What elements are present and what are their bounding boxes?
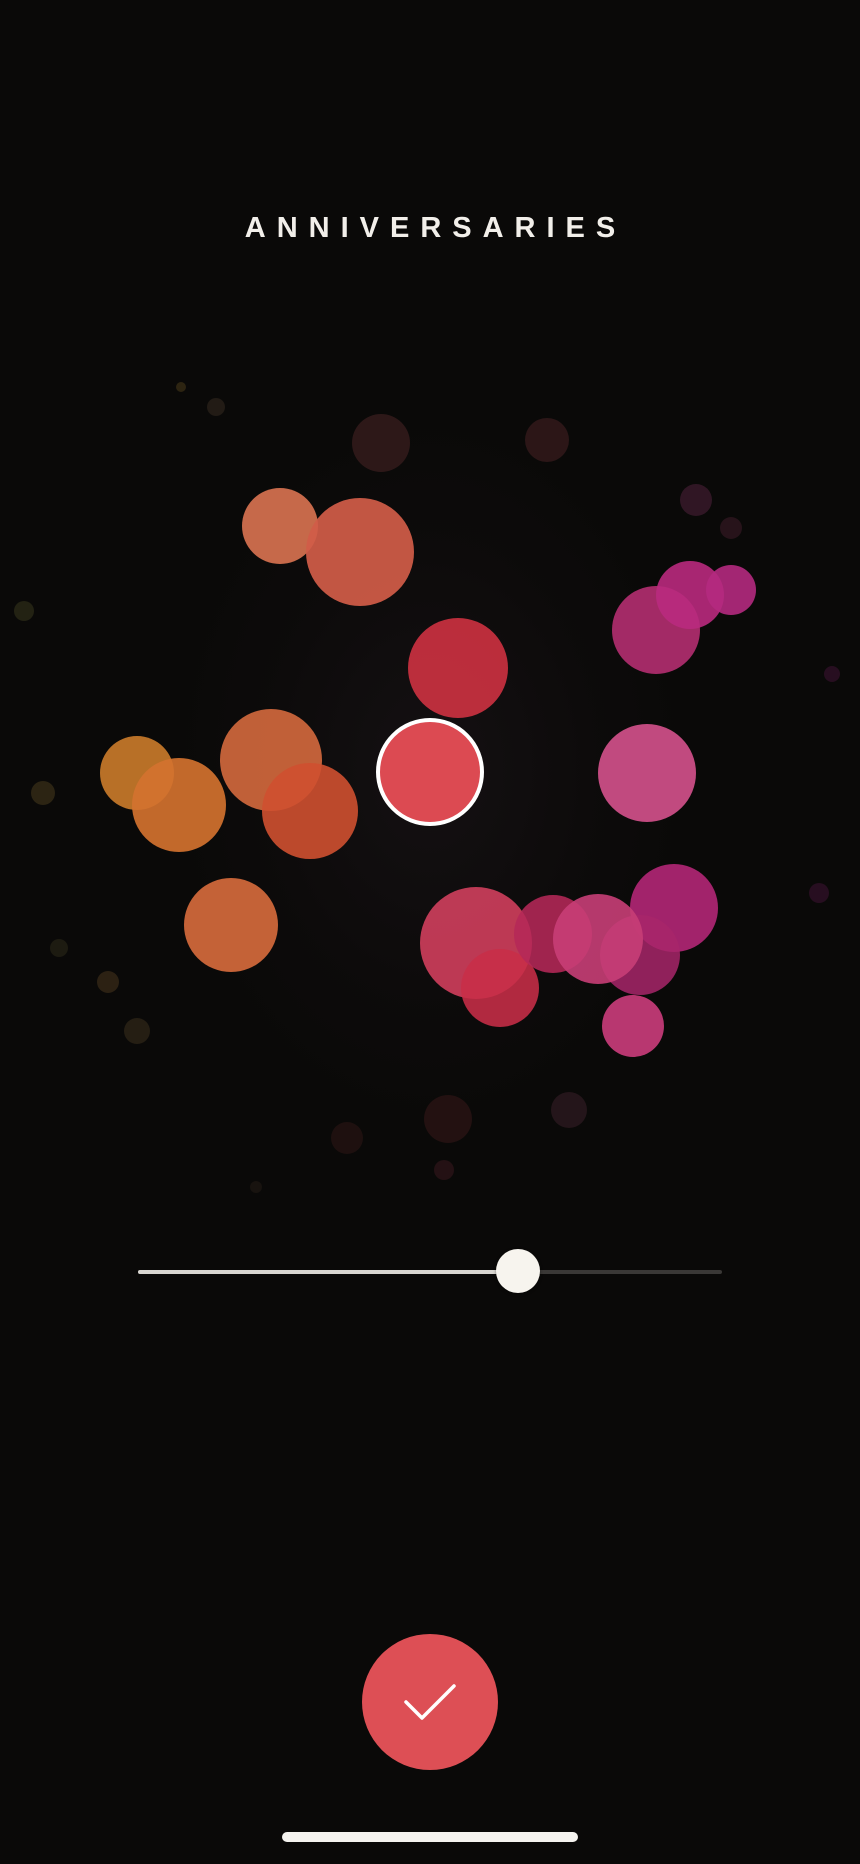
magenta-swatches[interactable] xyxy=(553,561,756,1057)
color-swatch[interactable] xyxy=(306,498,414,606)
confirm-button[interactable] xyxy=(362,1634,498,1770)
slider-thumb[interactable] xyxy=(496,1249,540,1293)
bokeh-dot xyxy=(31,781,55,805)
selected-color-swatch[interactable] xyxy=(376,718,484,826)
bokeh-dot xyxy=(176,382,186,392)
bokeh-dot xyxy=(97,971,119,993)
slider-fill xyxy=(138,1270,518,1274)
home-indicator[interactable] xyxy=(282,1832,578,1842)
color-swatch[interactable] xyxy=(602,995,664,1057)
color-swatch[interactable] xyxy=(706,565,756,615)
color-swatch[interactable] xyxy=(132,758,226,852)
color-swatch[interactable] xyxy=(553,894,643,984)
bokeh-dot xyxy=(809,883,829,903)
bokeh-dot xyxy=(124,1018,150,1044)
bokeh-dot xyxy=(434,1160,454,1180)
intensity-slider[interactable] xyxy=(138,1249,722,1295)
orange-swatches[interactable] xyxy=(100,488,414,972)
bokeh-dot xyxy=(50,939,68,957)
bokeh-dot xyxy=(720,517,742,539)
color-swatch[interactable] xyxy=(262,763,358,859)
color-swatch[interactable] xyxy=(598,724,696,822)
bokeh-dot xyxy=(551,1092,587,1128)
color-swatch[interactable] xyxy=(184,878,278,972)
bokeh-dot xyxy=(14,601,34,621)
checkmark-icon xyxy=(404,1684,456,1720)
bokeh-dot xyxy=(525,418,569,462)
bokeh-dot xyxy=(207,398,225,416)
color-picker-screen: ANNIVERSARIES xyxy=(0,0,860,1864)
bokeh-dot xyxy=(331,1122,363,1154)
bokeh-dot xyxy=(352,414,410,472)
bokeh-dot xyxy=(680,484,712,516)
bokeh-dot xyxy=(250,1181,262,1193)
color-swatch[interactable] xyxy=(408,618,508,718)
bokeh-dot xyxy=(824,666,840,682)
bokeh-dot xyxy=(424,1095,472,1143)
color-bubble-palette xyxy=(14,382,840,1193)
